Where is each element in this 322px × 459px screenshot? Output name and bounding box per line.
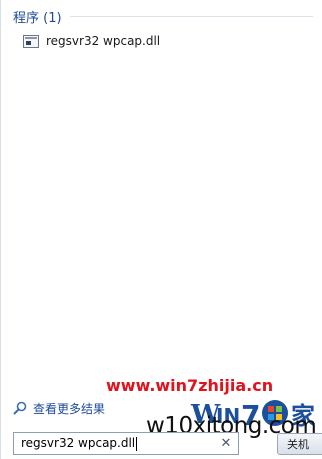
watermark-url: www.win7zhijia.cn (106, 376, 274, 395)
see-more-results-label: 查看更多结果 (33, 401, 106, 416)
start-search-box[interactable]: regsvr32 wpcap.dll ✕ (13, 432, 239, 455)
start-menu-search-panel: 程序 (1) regsvr32 wpcap.dll www.win7zhijia… (0, 0, 322, 459)
application-window-icon (23, 34, 39, 48)
programs-section-title: 程序 (1) (13, 10, 62, 26)
search-input[interactable]: regsvr32 wpcap.dll (14, 436, 217, 451)
result-item-label: regsvr32 wpcap.dll (46, 34, 161, 48)
programs-section-header: 程序 (1) (13, 6, 313, 26)
shutdown-button[interactable]: 关机 (277, 433, 322, 455)
magnifier-icon (13, 401, 27, 415)
result-item-regsvr32[interactable]: regsvr32 wpcap.dll (23, 30, 313, 52)
clear-icon[interactable]: ✕ (217, 435, 235, 453)
section-divider (69, 15, 313, 17)
see-more-results-link[interactable]: 查看更多结果 (13, 399, 105, 417)
